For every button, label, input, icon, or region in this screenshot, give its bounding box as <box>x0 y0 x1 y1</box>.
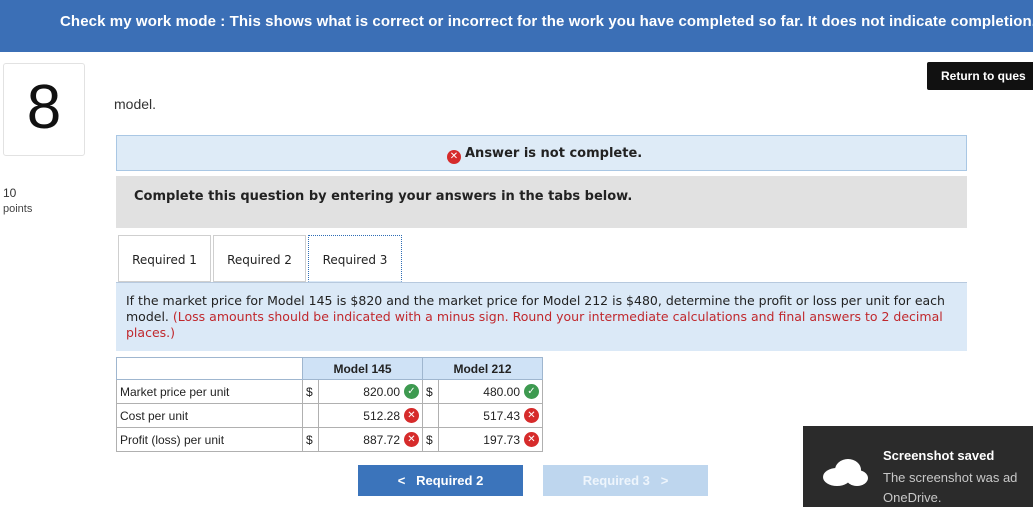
return-to-question-button[interactable]: Return to ques <box>927 62 1033 90</box>
banner-text: Check my work mode : This shows what is … <box>60 13 1033 30</box>
notice-content: ✕ Answer is not complete. <box>447 146 642 164</box>
chevron-right-icon: > <box>660 473 669 488</box>
toast-message-line-1: The screenshot was ad <box>883 470 1018 485</box>
dollar-sign: $ <box>302 427 319 452</box>
table-row: Profit (loss) per unit $ 887.72 ✕ $ 197.7… <box>116 427 543 452</box>
question-number: 8 <box>26 73 62 142</box>
check-icon: ✓ <box>404 384 419 399</box>
input-cell[interactable]: 197.73 ✕ <box>438 427 543 452</box>
cross-icon: ✕ <box>404 408 419 423</box>
onedrive-cloud-icon <box>823 459 868 486</box>
dollar-sign <box>302 403 319 428</box>
previous-required-button[interactable]: < Required 2 <box>358 465 523 496</box>
dollar-sign <box>422 403 439 428</box>
prompt-note: (Loss amounts should be indicated with a… <box>126 309 943 340</box>
market-price-145-input[interactable]: 820.00 <box>363 385 400 399</box>
header-model-212: Model 212 <box>422 357 543 380</box>
cost-per-unit-212-input[interactable]: 517.43 <box>483 409 520 423</box>
tab-required-1[interactable]: Required 1 <box>118 235 211 282</box>
previous-button-label: Required 2 <box>416 473 484 488</box>
notice-text: Answer is not complete. <box>465 146 643 161</box>
input-cell[interactable]: 512.28 ✕ <box>318 403 423 428</box>
check-icon: ✓ <box>524 384 539 399</box>
screenshot-saved-toast[interactable]: Screenshot saved The screenshot was ad O… <box>803 426 1033 507</box>
cost-per-unit-145-input[interactable]: 512.28 <box>363 409 400 423</box>
input-cell[interactable]: 517.43 ✕ <box>438 403 543 428</box>
cross-icon: ✕ <box>524 408 539 423</box>
table-row: Cost per unit 512.28 ✕ 517.43 ✕ <box>116 403 543 428</box>
cross-icon: ✕ <box>524 432 539 447</box>
dollar-sign: $ <box>422 427 439 452</box>
next-button-label: Required 3 <box>582 473 650 488</box>
profit-loss-145-input[interactable]: 887.72 <box>363 433 400 447</box>
input-cell[interactable]: 820.00 ✓ <box>318 379 423 404</box>
table-row: Market price per unit $ 820.00 ✓ $ 480.00… <box>116 379 543 404</box>
next-required-button[interactable]: Required 3 > <box>543 465 708 496</box>
market-price-212-input[interactable]: 480.00 <box>483 385 520 399</box>
profit-loss-212-input[interactable]: 197.73 <box>483 433 520 447</box>
chevron-left-icon: < <box>397 473 406 488</box>
row-label: Market price per unit <box>116 379 303 404</box>
cross-icon: ✕ <box>404 432 419 447</box>
answer-table: Model 145 Model 212 Market price per uni… <box>116 357 543 452</box>
header-blank <box>116 357 303 380</box>
points-value: 10 <box>3 186 17 200</box>
instruction-text: Complete this question by entering your … <box>134 189 633 204</box>
dollar-sign: $ <box>422 379 439 404</box>
table-header-row: Model 145 Model 212 <box>116 357 543 380</box>
tab-required-2[interactable]: Required 2 <box>213 235 306 282</box>
input-cell[interactable]: 887.72 ✕ <box>318 427 423 452</box>
points-info: 10 points <box>3 185 32 217</box>
prompt-box: If the market price for Model 145 is $82… <box>116 283 967 351</box>
check-my-work-banner: Check my work mode : This shows what is … <box>0 0 1033 52</box>
dollar-sign: $ <box>302 379 319 404</box>
toast-title: Screenshot saved <box>883 448 995 463</box>
tab-required-3[interactable]: Required 3 <box>308 235 402 282</box>
header-model-145: Model 145 <box>302 357 423 380</box>
points-label: points <box>3 203 33 215</box>
answer-incomplete-notice: ✕ Answer is not complete. <box>116 135 967 171</box>
toast-message: The screenshot was ad OneDrive. <box>883 468 1033 507</box>
toast-message-line-2: OneDrive. <box>883 490 942 505</box>
input-cell[interactable]: 480.00 ✓ <box>438 379 543 404</box>
question-number-box: 8 <box>3 63 85 156</box>
instruction-box: Complete this question by entering your … <box>116 176 967 228</box>
question-text: model. <box>114 96 157 112</box>
row-label: Cost per unit <box>116 403 303 428</box>
row-label: Profit (loss) per unit <box>116 427 303 452</box>
error-icon: ✕ <box>447 150 461 164</box>
